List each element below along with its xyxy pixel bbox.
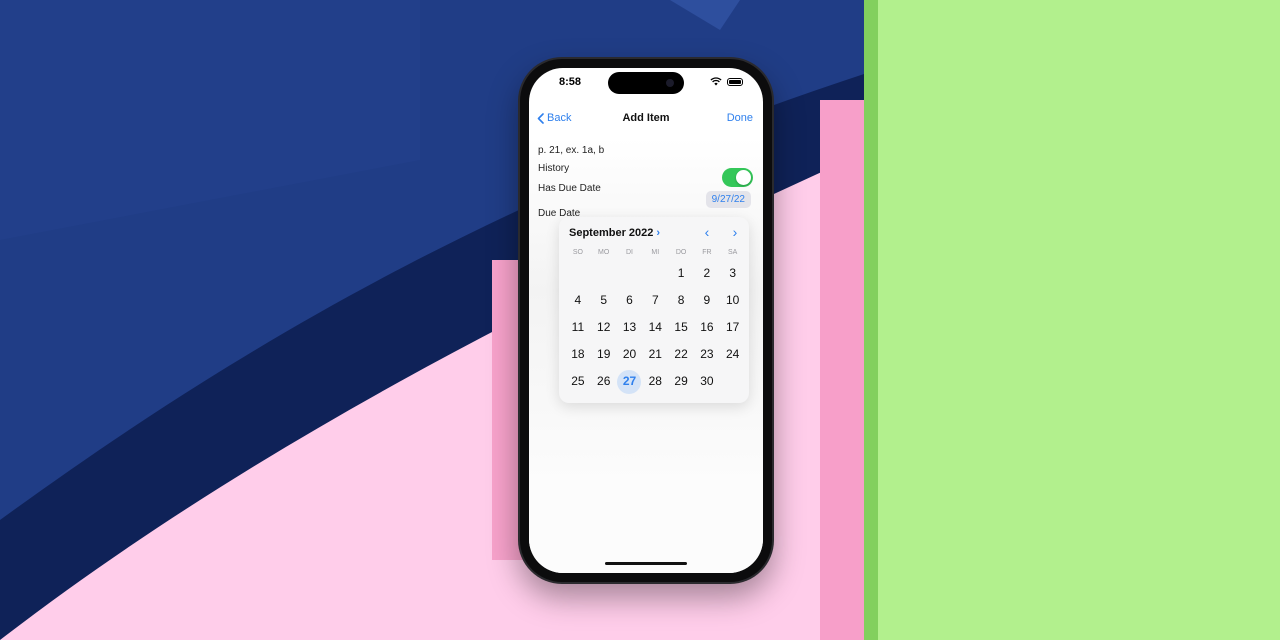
day-number: 1 bbox=[677, 266, 685, 280]
day-number: 17 bbox=[726, 320, 740, 334]
day-cell[interactable]: 13 bbox=[617, 314, 643, 341]
day-number: 10 bbox=[726, 293, 740, 307]
day-number: 21 bbox=[648, 347, 662, 361]
day-number: 12 bbox=[597, 320, 611, 334]
camera-icon bbox=[666, 79, 674, 87]
day-cell[interactable]: 9 bbox=[694, 287, 720, 314]
day-number: 6 bbox=[626, 293, 633, 307]
done-button[interactable]: Done bbox=[727, 112, 753, 124]
day-cell[interactable]: 8 bbox=[668, 287, 694, 314]
day-cell[interactable]: 16 bbox=[694, 314, 720, 341]
day-number: 5 bbox=[600, 293, 608, 307]
day-number: 22 bbox=[674, 347, 688, 361]
day-number: 2 bbox=[703, 266, 711, 280]
weekday-label: MI bbox=[651, 249, 660, 256]
day-grid: 1 2 3 4 5 6 7 8 9 10 11 12 13 14 15 16 17 18 19 20 21 22 23 24 2… bbox=[565, 260, 746, 395]
day-cell[interactable]: 12 bbox=[591, 314, 617, 341]
day-cell[interactable]: 20 bbox=[617, 341, 643, 368]
weekday-label: FR bbox=[702, 249, 712, 256]
has-due-date-label: Has Due Date bbox=[538, 183, 601, 194]
day-cell[interactable]: 24 bbox=[720, 341, 746, 368]
day-number: 19 bbox=[597, 347, 611, 361]
day-cell[interactable]: 6 bbox=[617, 287, 643, 314]
weekday-label: DO bbox=[675, 249, 687, 256]
day-number: 13 bbox=[622, 320, 637, 334]
status-time: 8:58 bbox=[559, 76, 582, 88]
status-icons bbox=[710, 77, 743, 86]
day-cell[interactable]: 21 bbox=[642, 341, 668, 368]
previous-month-button[interactable]: ‹ bbox=[701, 225, 713, 239]
phone-screen: 8:58 Back Add Item Done p. 21, ex. 1a, b… bbox=[529, 68, 763, 573]
day-number: 14 bbox=[648, 320, 662, 334]
next-month-button[interactable]: › bbox=[729, 225, 741, 239]
subject-field[interactable]: History bbox=[538, 163, 569, 174]
day-cell[interactable]: 2 bbox=[694, 260, 720, 287]
day-cell[interactable]: 30 bbox=[694, 368, 720, 395]
day-cell[interactable]: 3 bbox=[720, 260, 746, 287]
month-navigation: ‹ › bbox=[701, 225, 741, 239]
day-cell[interactable]: 17 bbox=[720, 314, 746, 341]
selected-day-cell[interactable]: 27 bbox=[617, 368, 643, 395]
empty-day-cell bbox=[617, 260, 643, 287]
weekday-header: SO MO DI MI DO FR SA bbox=[565, 249, 746, 256]
due-date-button[interactable]: 9/27/22 bbox=[705, 191, 751, 208]
weekday-label: SA bbox=[728, 249, 738, 256]
phone-device: 8:58 Back Add Item Done p. 21, ex. 1a, b… bbox=[518, 57, 774, 584]
empty-day-cell bbox=[591, 260, 617, 287]
day-number: 27 bbox=[622, 374, 637, 388]
day-cell[interactable]: 4 bbox=[565, 287, 591, 314]
month-label: September 2022 bbox=[569, 227, 654, 239]
day-number: 4 bbox=[574, 293, 582, 307]
day-cell[interactable]: 7 bbox=[642, 287, 668, 314]
day-number: 24 bbox=[726, 347, 740, 361]
day-number: 26 bbox=[597, 374, 611, 388]
day-number: 23 bbox=[700, 347, 714, 361]
day-number: 9 bbox=[703, 293, 711, 307]
day-number: 29 bbox=[674, 374, 688, 388]
day-cell[interactable]: 22 bbox=[668, 341, 694, 368]
day-cell[interactable]: 5 bbox=[591, 287, 617, 314]
day-cell[interactable]: 25 bbox=[565, 368, 591, 395]
day-number: 3 bbox=[729, 266, 737, 280]
item-text-field[interactable]: p. 21, ex. 1a, b bbox=[538, 145, 604, 156]
empty-day-cell bbox=[565, 260, 591, 287]
day-cell[interactable]: 23 bbox=[694, 341, 720, 368]
chevron-right-icon: › bbox=[656, 227, 661, 239]
day-number: 25 bbox=[571, 374, 585, 388]
day-cell[interactable]: 26 bbox=[591, 368, 617, 395]
weekday-label: MO bbox=[598, 249, 610, 256]
dynamic-island bbox=[608, 72, 684, 94]
navigation-bar: Back Add Item Done bbox=[529, 108, 763, 132]
month-year-button[interactable]: September 2022 › bbox=[569, 227, 660, 239]
home-indicator bbox=[605, 562, 687, 565]
weekday-label: DI bbox=[625, 249, 633, 256]
day-number: 11 bbox=[571, 320, 585, 334]
battery-icon bbox=[727, 77, 743, 86]
day-number: 28 bbox=[648, 374, 662, 388]
day-cell[interactable]: 14 bbox=[642, 314, 668, 341]
day-number: 15 bbox=[674, 320, 688, 334]
day-number: 18 bbox=[571, 347, 585, 361]
wifi-icon bbox=[710, 77, 722, 86]
date-picker-popover: September 2022 › ‹ › SO MO DI MI DO FR S… bbox=[559, 217, 749, 403]
day-cell[interactable]: 15 bbox=[668, 314, 694, 341]
day-cell[interactable]: 29 bbox=[668, 368, 694, 395]
weekday-label: SO bbox=[572, 249, 583, 256]
day-cell[interactable]: 10 bbox=[720, 287, 746, 314]
empty-day-cell bbox=[720, 368, 746, 395]
day-number: 8 bbox=[677, 293, 685, 307]
day-cell[interactable]: 1 bbox=[668, 260, 694, 287]
day-cell[interactable]: 19 bbox=[591, 341, 617, 368]
has-due-date-toggle[interactable] bbox=[722, 168, 753, 187]
day-number: 16 bbox=[700, 320, 714, 334]
day-number: 20 bbox=[622, 347, 637, 361]
empty-day-cell bbox=[642, 260, 668, 287]
day-cell[interactable]: 28 bbox=[642, 368, 668, 395]
day-number: 7 bbox=[651, 293, 659, 307]
day-cell[interactable]: 11 bbox=[565, 314, 591, 341]
day-cell[interactable]: 18 bbox=[565, 341, 591, 368]
day-number: 30 bbox=[700, 374, 714, 388]
